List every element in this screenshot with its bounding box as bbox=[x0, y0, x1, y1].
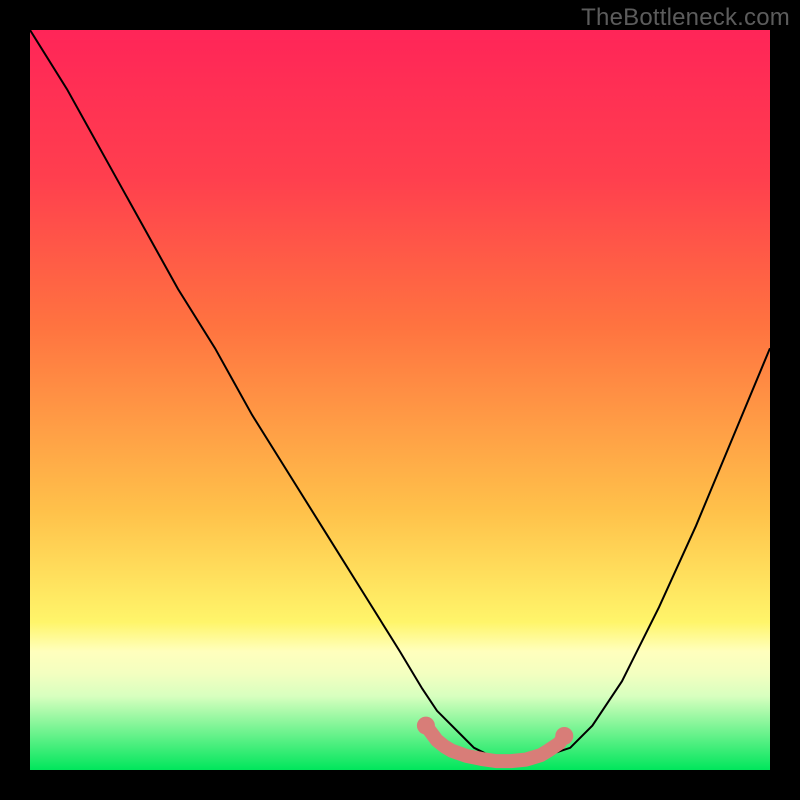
trough-end-dot bbox=[555, 727, 573, 745]
watermark-text: TheBottleneck.com bbox=[581, 4, 790, 32]
chart-background bbox=[30, 30, 770, 770]
chart-svg bbox=[30, 30, 770, 770]
trough-end-dot bbox=[417, 717, 435, 735]
bottleneck-chart bbox=[30, 30, 770, 770]
